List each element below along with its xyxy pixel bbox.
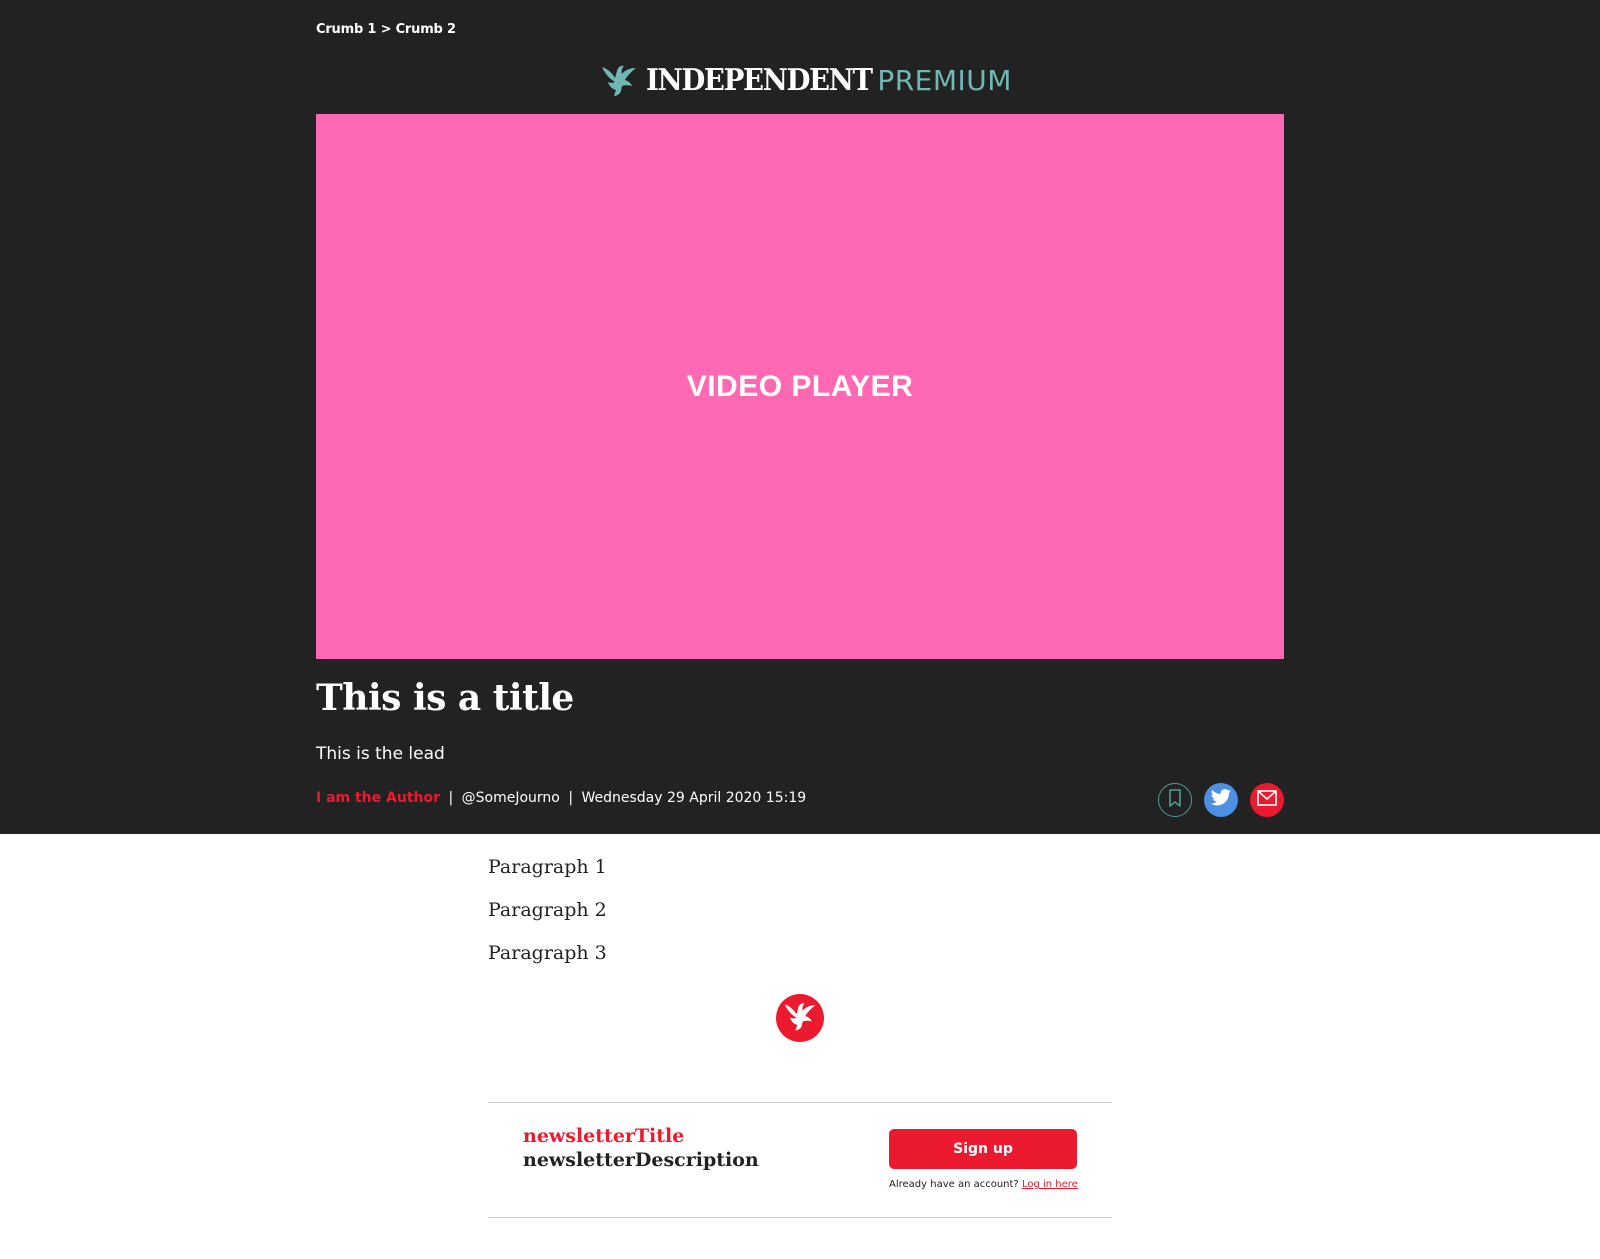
login-prompt: Already have an account? Log in here xyxy=(889,1179,1078,1190)
article-header: Crumb 1 > Crumb 2 INDEPENDENT PREMIUM VI… xyxy=(0,0,1600,834)
eagle-icon xyxy=(783,1000,817,1037)
bookmark-button[interactable] xyxy=(1158,783,1192,817)
brand-tier: PREMIUM xyxy=(877,63,1012,97)
brand-name: INDEPENDENT xyxy=(646,62,873,98)
login-prompt-text: Already have an account? xyxy=(889,1179,1019,1190)
breadcrumb-crumb-1[interactable]: Crumb 1 xyxy=(316,22,376,37)
breadcrumb-separator: > xyxy=(380,22,392,37)
twitter-icon xyxy=(1210,788,1232,812)
article-lead: This is the lead xyxy=(316,744,445,764)
twitter-share-button[interactable] xyxy=(1204,783,1238,817)
article-paragraph: Paragraph 1 xyxy=(488,856,607,878)
publish-date: Wednesday 29 April 2020 15:19 xyxy=(581,790,807,806)
byline: I am the Author | @SomeJourno | Wednesda… xyxy=(316,790,806,806)
author-link[interactable]: I am the Author xyxy=(316,790,440,806)
newsletter-title: newsletterTitle xyxy=(523,1125,685,1147)
bookmark-icon xyxy=(1168,788,1182,812)
sign-up-button[interactable]: Sign up xyxy=(889,1129,1077,1169)
breadcrumb: Crumb 1 > Crumb 2 xyxy=(316,22,456,37)
article-paragraph: Paragraph 3 xyxy=(488,942,607,964)
share-bar xyxy=(1158,783,1284,817)
article-paragraph: Paragraph 2 xyxy=(488,899,607,921)
site-logo[interactable]: INDEPENDENT PREMIUM xyxy=(600,60,1012,100)
article-body: Paragraph 1 Paragraph 2 Paragraph 3 xyxy=(488,856,1112,985)
byline-separator: | xyxy=(568,790,574,806)
breadcrumb-crumb-2[interactable]: Crumb 2 xyxy=(396,22,456,37)
login-link[interactable]: Log in here xyxy=(1022,1179,1078,1190)
newsletter-description: newsletterDescription xyxy=(523,1149,759,1171)
video-player[interactable]: VIDEO PLAYER xyxy=(316,114,1284,659)
video-player-label: VIDEO PLAYER xyxy=(686,369,914,403)
email-share-button[interactable] xyxy=(1250,783,1284,817)
end-of-article-logo xyxy=(776,994,824,1042)
byline-separator: | xyxy=(448,790,454,806)
author-handle[interactable]: @SomeJourno xyxy=(462,790,560,806)
email-icon xyxy=(1257,789,1277,811)
newsletter-signup: newsletterTitle newsletterDescription Si… xyxy=(488,1102,1112,1218)
eagle-icon xyxy=(600,63,638,97)
article-title: This is a title xyxy=(316,677,574,719)
